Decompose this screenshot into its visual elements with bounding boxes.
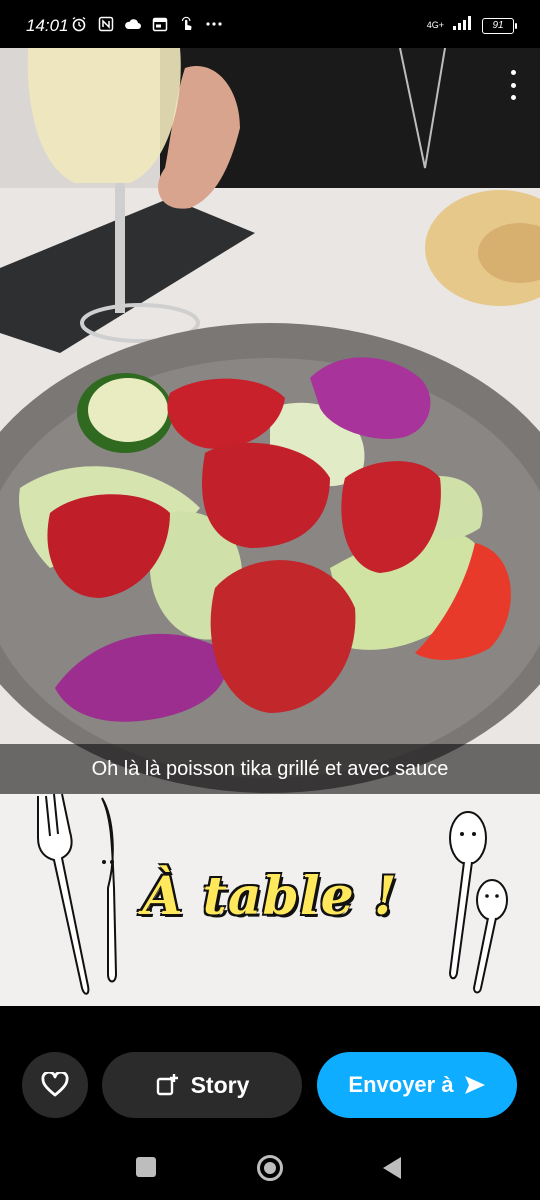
story-button[interactable]: Story (102, 1052, 302, 1118)
nfc-icon (97, 15, 115, 33)
gesture-icon (178, 15, 196, 33)
signal-icon (452, 15, 474, 36)
clock: 14:01 (26, 16, 69, 35)
sticker-text: À table ! (142, 866, 398, 927)
system-nav-bar (0, 1146, 540, 1200)
send-label: Envoyer à (348, 1072, 454, 1097)
status-bar: 14:01 4G+ 91 (0, 0, 540, 52)
notification-icons (70, 15, 223, 33)
back-button[interactable] (383, 1157, 401, 1179)
heart-icon (41, 1072, 69, 1097)
add-story-icon (156, 1074, 178, 1096)
cloud-icon (124, 15, 142, 33)
a-table-sticker[interactable]: À table ! (20, 788, 520, 998)
more-dots-icon (205, 15, 223, 33)
system-indicators: 4G+ 91 (426, 15, 517, 36)
calendar-icon (151, 15, 169, 33)
snap-caption[interactable]: Oh là là poisson tika grillé et avec sau… (0, 744, 540, 794)
battery-icon: 91 (482, 17, 517, 34)
alarm-icon (70, 15, 88, 33)
home-button[interactable] (257, 1155, 283, 1181)
battery-level: 91 (492, 19, 504, 31)
recents-button[interactable] (136, 1157, 156, 1177)
bottom-action-bar: Story Envoyer à (0, 1006, 540, 1200)
favorite-button[interactable] (22, 1052, 88, 1118)
story-label: Story (190, 1071, 250, 1098)
more-vertical-icon[interactable] (504, 70, 522, 100)
send-arrow-icon (464, 1076, 485, 1094)
send-to-button[interactable]: Envoyer à (317, 1052, 517, 1118)
network-type: 4G+ (426, 20, 444, 30)
snap-preview[interactable]: Oh là là poisson tika grillé et avec sau… (0, 48, 540, 1006)
